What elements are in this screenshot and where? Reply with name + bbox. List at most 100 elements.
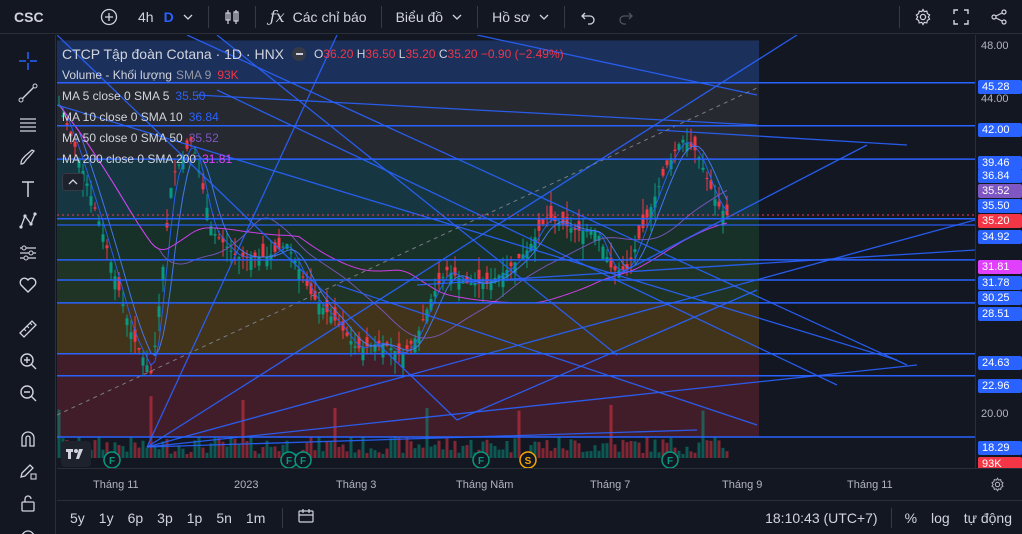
price-tag[interactable]: 45.28 (978, 80, 1022, 94)
symbol-search-button[interactable]: CSC (0, 0, 90, 34)
undo-button[interactable] (569, 0, 607, 34)
volume-bar (257, 453, 261, 458)
log-toggle[interactable]: log (924, 510, 957, 526)
axis-settings-button[interactable] (990, 477, 1005, 495)
price-chart[interactable]: FFFFSF CTCP Tập đoàn Cotana · 1D · HNX O… (57, 35, 975, 468)
interval-day[interactable]: D (164, 9, 174, 25)
time-axis[interactable]: Tháng 11 2023 Tháng 3 Tháng Năm Tháng 7 … (57, 468, 1022, 500)
candle-body (113, 276, 117, 290)
candle-body (137, 347, 141, 350)
fullscreen-button[interactable] (942, 0, 980, 34)
profile-button[interactable]: Hồ sơ (482, 0, 560, 34)
chart-type-button[interactable]: Biểu đồ (386, 0, 473, 34)
hide-legend-button[interactable] (292, 46, 307, 61)
volume-bar (497, 449, 501, 458)
volume-bar (269, 446, 273, 458)
ma200-value: 31.81 (202, 151, 233, 166)
magnet-tool[interactable] (14, 425, 42, 453)
price-tag[interactable]: 28.51 (978, 307, 1022, 321)
redo-button[interactable] (607, 0, 645, 34)
crosshair-tool[interactable] (14, 47, 42, 75)
percent-toggle[interactable]: % (898, 510, 924, 526)
volume-bar (401, 452, 405, 458)
zoom-in-tool[interactable] (14, 347, 42, 375)
candle-style-button[interactable] (213, 0, 251, 34)
candle-body (581, 230, 585, 244)
favorites-tool[interactable] (14, 271, 42, 299)
prediction-tool[interactable] (14, 239, 42, 267)
range-1m[interactable]: 1p (180, 510, 210, 526)
price-tag[interactable]: 31.78 (978, 276, 1022, 290)
measure-tool[interactable] (14, 315, 42, 343)
event-marker[interactable]: F (103, 451, 121, 468)
volume-bar (597, 450, 601, 458)
range-1y[interactable]: 1y (92, 510, 121, 526)
price-tag[interactable]: 18.29 (978, 441, 1022, 455)
candle-body (713, 199, 717, 206)
brush-tool[interactable] (14, 143, 42, 171)
event-marker-label: F (667, 456, 673, 467)
price-tag[interactable]: 24.63 (978, 356, 1022, 370)
legend-ma10-row[interactable]: MA 10 close 0 SMA 10 36.84 (62, 106, 564, 127)
candle-body (589, 230, 593, 235)
price-tag[interactable]: 35.20 (978, 214, 1022, 228)
interval-4h[interactable]: 4h (138, 9, 154, 25)
range-1d[interactable]: 1m (239, 510, 272, 526)
volume-bar (337, 446, 341, 458)
indicators-button[interactable]: ƒx Các chỉ báo (260, 0, 377, 34)
range-6m[interactable]: 6p (121, 510, 151, 526)
volume-bar (609, 404, 613, 458)
visibility-tool[interactable] (14, 519, 42, 534)
volume-bar (717, 440, 721, 458)
text-tool[interactable] (14, 175, 42, 203)
price-tag[interactable]: 30.25 (978, 291, 1022, 305)
trendline-tool[interactable] (14, 79, 42, 107)
legend-ma5-row[interactable]: MA 5 close 0 SMA 5 35.50 (62, 85, 564, 106)
goto-date-button[interactable] (291, 508, 321, 527)
event-marker[interactable]: F (294, 451, 312, 468)
zoom-in-icon (20, 353, 37, 370)
fib-tool[interactable] (14, 111, 42, 139)
pattern-tool[interactable] (14, 207, 42, 235)
interval-button[interactable]: 4h D (128, 0, 204, 34)
tradingview-logo[interactable] (61, 441, 91, 467)
price-tag[interactable]: 31.81 (978, 260, 1022, 274)
volume-bar (141, 440, 145, 458)
collapse-legend-button[interactable] (62, 173, 84, 191)
compare-button[interactable] (90, 0, 128, 34)
settings-button[interactable] (904, 0, 942, 34)
price-tag[interactable]: 39.46 (978, 156, 1022, 170)
legend-ma200-row[interactable]: MA 200 close 0 SMA 200 31.81 (62, 148, 564, 169)
volume-bar (173, 451, 177, 458)
candle-body (665, 160, 669, 166)
volume-bar (705, 440, 709, 458)
event-marker[interactable]: S (519, 451, 537, 468)
chart-type-label: Biểu đồ (395, 8, 444, 25)
volume-bar (641, 452, 645, 458)
zoom-out-tool[interactable] (14, 379, 42, 407)
share-button[interactable] (980, 0, 1022, 34)
price-tag[interactable]: 35.52 (978, 184, 1022, 198)
volume-bar (389, 438, 393, 458)
lock-tool[interactable] (14, 489, 42, 517)
volume-bar (357, 449, 361, 458)
range-5d[interactable]: 5n (209, 510, 239, 526)
event-marker[interactable]: F (472, 451, 490, 468)
price-axis[interactable]: 48.0044.0024.0020.0045.2842.0039.4636.84… (975, 35, 1022, 471)
price-tag[interactable]: 22.96 (978, 379, 1022, 393)
candle-body (661, 168, 665, 176)
price-tag[interactable]: 36.84 (978, 169, 1022, 183)
event-marker[interactable]: F (661, 451, 679, 468)
price-tag[interactable]: 35.50 (978, 199, 1022, 213)
price-tag[interactable]: 34.92 (978, 230, 1022, 244)
legend-ma50-row[interactable]: MA 50 close 0 SMA 50 35.52 (62, 127, 564, 148)
range-5y[interactable]: 5y (63, 510, 92, 526)
range-3m[interactable]: 3p (150, 510, 180, 526)
stay-drawing-tool[interactable] (14, 457, 42, 485)
price-tag[interactable]: 42.00 (978, 123, 1022, 137)
volume-bar (549, 450, 553, 458)
legend-volume-row[interactable]: Volume - Khối lượng SMA 9 93K (62, 64, 564, 85)
clock-timezone[interactable]: 18:10:43 (UTC+7) (758, 510, 884, 526)
volume-bar (569, 439, 573, 458)
auto-scale-toggle[interactable]: tự động (957, 510, 1022, 526)
